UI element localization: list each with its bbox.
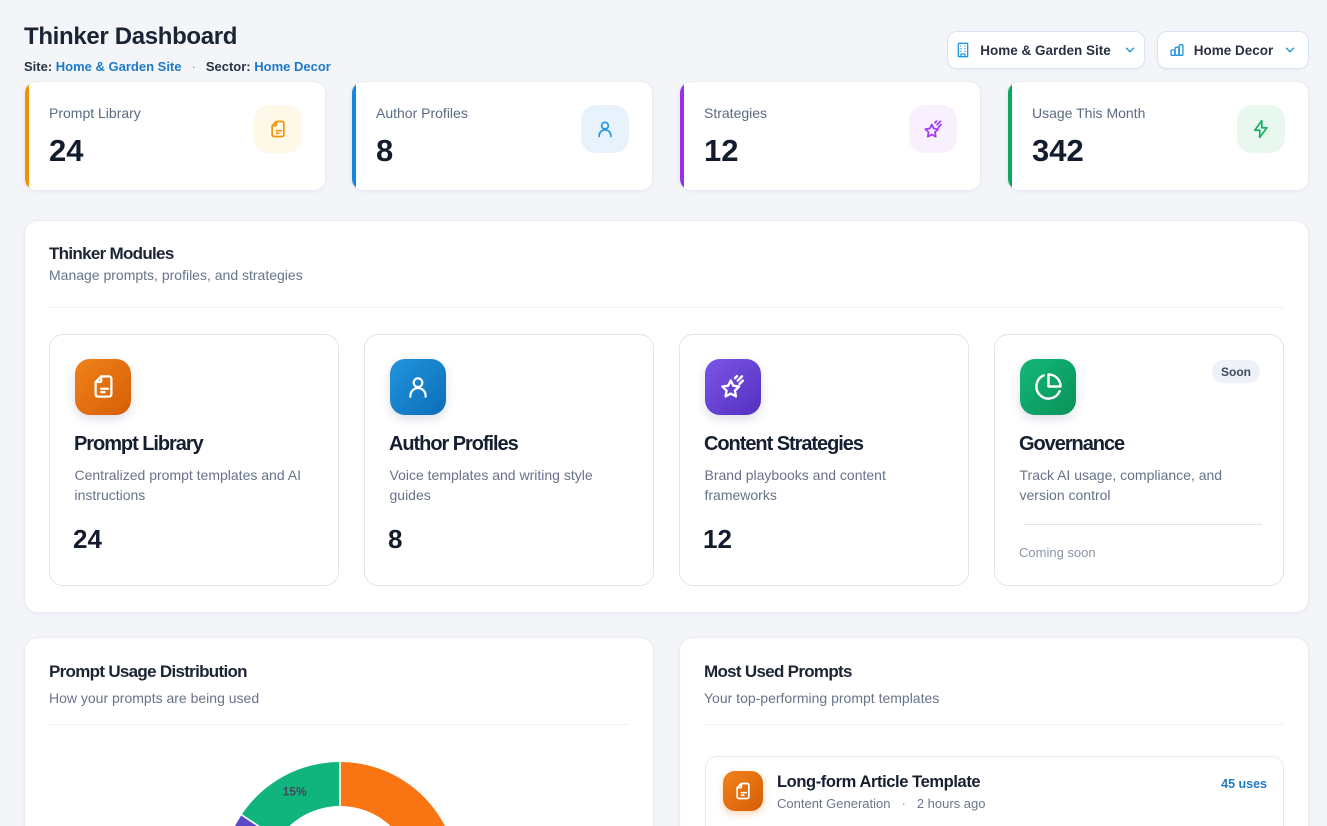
svg-text:15%: 15%	[283, 784, 307, 798]
